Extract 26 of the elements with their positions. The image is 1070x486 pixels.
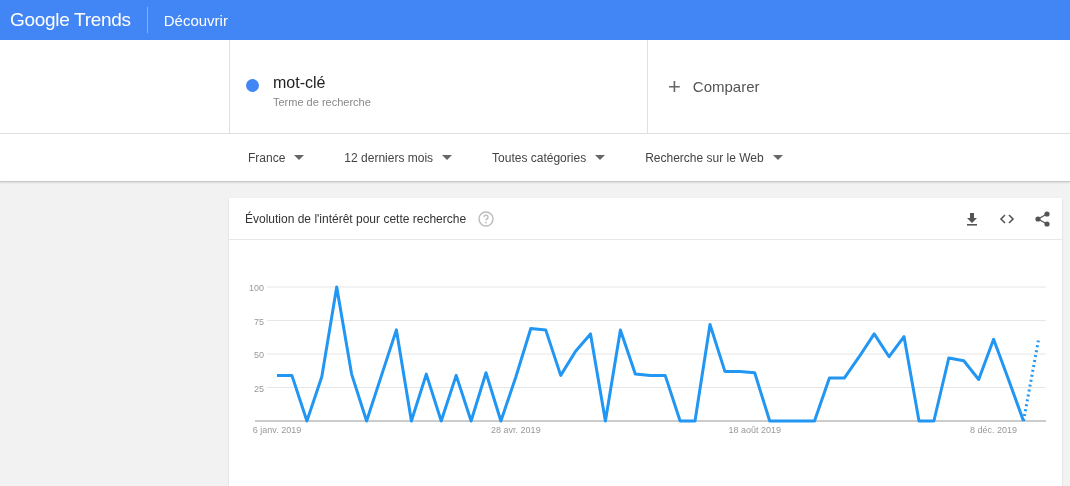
- caret-icon: [294, 155, 305, 160]
- app-logo[interactable]: Google Trends: [10, 9, 131, 31]
- card-title: Évolution de l'intérêt pour cette recherche: [245, 211, 467, 226]
- search-term: mot-clé: [273, 74, 327, 92]
- search-term-card[interactable]: mot-clé Terme de recherche: [230, 40, 648, 133]
- y-axis-label: 75: [254, 316, 264, 327]
- x-axis-label: 8 déc. 2019: [970, 425, 1018, 435]
- y-axis-label: 25: [254, 383, 264, 394]
- x-axis-label: 18 août 2019: [728, 425, 781, 435]
- filter-dropdown[interactable]: Recherche sur le Web: [633, 144, 795, 171]
- nav-link[interactable]: Découvrir: [163, 11, 228, 29]
- caret-icon: [442, 155, 453, 160]
- filter-dropdown[interactable]: Toutes catégories: [480, 144, 618, 171]
- embed-icon[interactable]: [999, 212, 1015, 225]
- y-axis-label: 50: [254, 350, 264, 360]
- caret-icon: [595, 155, 606, 160]
- caret-icon: [772, 155, 783, 160]
- x-axis-label: 28 avr. 2019: [491, 425, 541, 435]
- x-axis-label: 6 janv. 2019: [252, 425, 302, 435]
- y-axis-label: 100: [248, 283, 264, 293]
- download-icon[interactable]: [965, 211, 979, 226]
- filter-dropdown[interactable]: France: [236, 144, 317, 171]
- term-subtitle: Terme de recherche: [273, 96, 371, 108]
- compare-button[interactable]: + Comparer: [648, 40, 760, 133]
- filter-dropdown[interactable]: 12 derniers mois: [332, 144, 465, 171]
- share-icon[interactable]: [1035, 210, 1050, 227]
